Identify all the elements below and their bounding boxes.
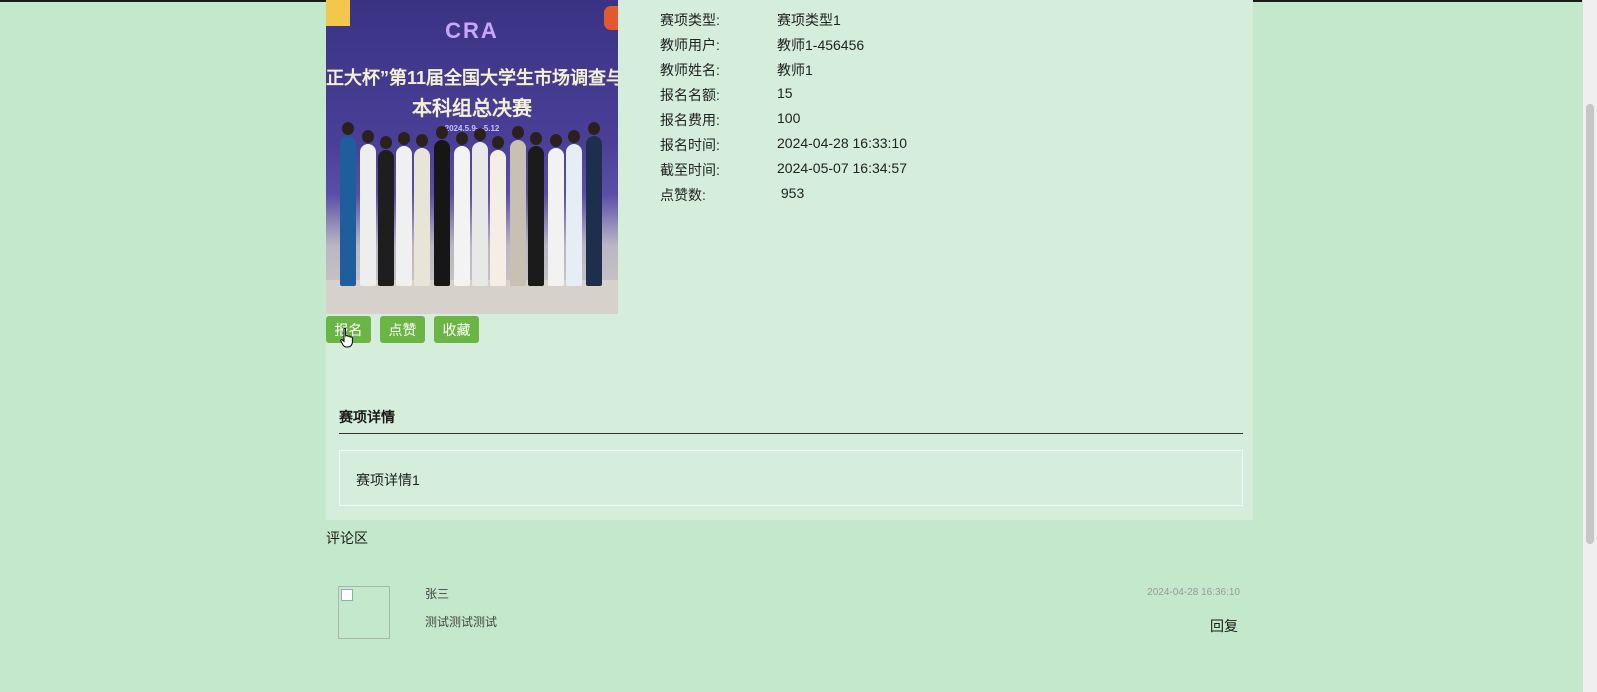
person-figure [548, 134, 564, 286]
person-figure [454, 132, 470, 286]
info-label: 报名名额: [660, 87, 720, 103]
info-label: 报名费用: [660, 112, 720, 128]
banner-cra: CRA [445, 18, 499, 43]
info-value: 2024-04-28 16:33:10 [777, 135, 907, 151]
person-figure [586, 122, 602, 286]
favorite-button[interactable]: 收藏 [434, 316, 479, 343]
info-value: 953 [777, 185, 805, 201]
comment-timestamp: 2024-04-28 16:36:10 [1147, 587, 1240, 598]
comment-username: 张三 [425, 587, 450, 601]
person-figure [510, 126, 526, 286]
info-value: 2024-05-07 16:34:57 [777, 160, 907, 176]
like-button[interactable]: 点赞 [380, 316, 425, 343]
scrollbar-thumb[interactable] [1586, 104, 1594, 544]
banner-subtitle: 本科组总决赛 [412, 98, 532, 120]
person-figure [340, 122, 356, 286]
info-label: 教师姓名: [660, 62, 720, 78]
detail-content-box: 赛项详情1 [339, 450, 1243, 506]
info-label: 截至时间: [660, 162, 720, 178]
info-value: 教师1 [777, 62, 813, 78]
detail-content-text: 赛项详情1 [356, 472, 420, 488]
info-value: 教师1-456456 [777, 37, 865, 53]
person-figure [414, 134, 430, 286]
section-divider [339, 433, 1243, 434]
person-figure [528, 132, 544, 286]
competition-photo: CRA 正大杯”第11届全国大学生市场调查与分析 本科组总决赛 2024.5.9… [326, 0, 618, 314]
person-figure [472, 128, 488, 286]
person-figure [566, 130, 582, 286]
avatar [338, 586, 390, 639]
person-figure [490, 136, 506, 286]
banner-title: 正大杯”第11届全国大学生市场调查与分析 [326, 68, 618, 88]
person-figure [378, 136, 394, 286]
info-value: 15 [777, 85, 793, 101]
info-label: 赛项类型: [660, 12, 720, 28]
person-figure [360, 130, 376, 286]
detail-section-title: 赛项详情 [339, 409, 395, 425]
info-value: 100 [777, 110, 801, 126]
info-label: 报名时间: [660, 137, 720, 153]
person-figure [396, 132, 412, 286]
comment-text: 测试测试测试 [425, 615, 498, 629]
vertical-scrollbar[interactable] [1583, 0, 1597, 692]
hand-cursor-icon [340, 328, 353, 348]
info-label: 点赞数: [660, 187, 706, 203]
comment-section-title: 评论区 [326, 530, 368, 546]
info-label: 教师用户: [660, 37, 720, 53]
broken-image-icon [341, 589, 353, 601]
info-value: 赛项类型1 [777, 12, 841, 28]
reply-button[interactable]: 回复 [1210, 616, 1238, 636]
person-figure [434, 126, 450, 286]
